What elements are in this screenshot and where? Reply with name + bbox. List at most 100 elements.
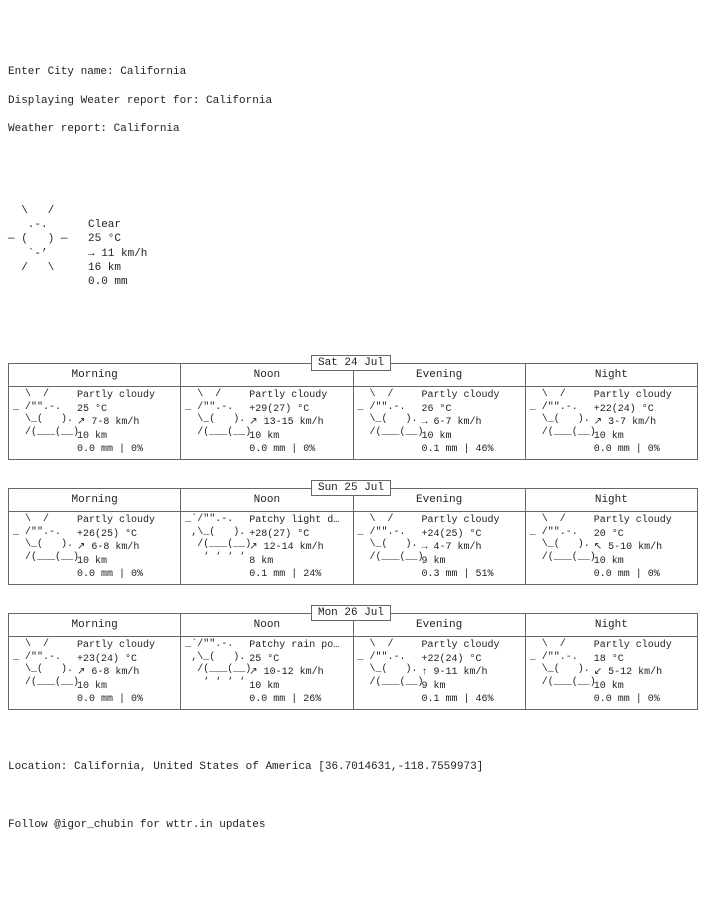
cell-temp: 18 °C [594, 653, 672, 667]
cell-wind: ↙ 5-12 km/h [594, 666, 672, 680]
current-art: \ / .-. ― ( ) ― `-’ / \ [8, 204, 88, 290]
cell-condition: Patchy rain po… [249, 639, 339, 653]
cell-precip: 0.0 mm | 0% [249, 443, 327, 457]
current-temp: 25 °C [88, 233, 121, 245]
cell-precip: 0.1 mm | 46% [422, 443, 500, 457]
forecast-table: MorningNoonEveningNight \ / _ /"".-. \_(… [8, 613, 698, 710]
current-visibility: 16 km [88, 262, 121, 274]
report-line: Weather report: California [8, 122, 694, 136]
date-label: Mon 26 Jul [311, 605, 391, 621]
forecast-info: Partly cloudy+22(24) °C↗ 3-7 km/h10 km0.… [594, 389, 672, 457]
forecast-info: Partly cloudy+23(24) °C↗ 6-8 km/h10 km0.… [77, 639, 155, 707]
period-header: Night [525, 614, 697, 637]
cell-temp: +28(27) °C [249, 528, 339, 542]
cell-wind: ↗ 13-15 km/h [249, 416, 327, 430]
partly-cloudy-icon: \ / _ /"".-. \_( ). /(___(__) [13, 639, 73, 707]
cell-visibility: 9 km [422, 555, 500, 569]
partly-cloudy-icon: \ / _ /"".-. \_( ). /(___(__) [185, 389, 245, 457]
cell-wind: ↗ 6-8 km/h [77, 541, 155, 555]
partly-cloudy-icon: \ / _ /"".-. \_( ). /(___(__) [530, 514, 590, 582]
cell-temp: 20 °C [594, 528, 672, 542]
current-condition: Clear [88, 219, 121, 231]
forecast-cell: \ / _ /"".-. \_( ). /(___(__)Partly clou… [525, 387, 697, 460]
cell-temp: 25 °C [249, 653, 339, 667]
cell-condition: Partly cloudy [422, 639, 500, 653]
cell-temp: 25 °C [77, 403, 155, 417]
forecast-info: Partly cloudy+24(25) °C→ 4-7 km/h9 km0.3… [422, 514, 500, 582]
cell-temp: +22(24) °C [594, 403, 672, 417]
forecast-info: Partly cloudy18 °C↙ 5-12 km/h10 km0.0 mm… [594, 639, 672, 707]
cell-wind: → 6-7 km/h [422, 416, 500, 430]
cell-condition: Partly cloudy [594, 639, 672, 653]
forecast-info: Partly cloudy+29(27) °C↗ 13-15 km/h10 km… [249, 389, 327, 457]
forecast-cell: \ / _ /"".-. \_( ). /(___(__)Partly clou… [9, 637, 181, 710]
partly-cloudy-icon: \ / _ /"".-. \_( ). /(___(__) [530, 639, 590, 707]
forecast-cell: \ / _ /"".-. \_( ). /(___(__) Partly clou… [9, 387, 181, 460]
cell-visibility: 10 km [249, 430, 327, 444]
cell-wind: ↗ 10-12 km/h [249, 666, 339, 680]
cell-wind: ↖ 5-10 km/h [594, 541, 672, 555]
forecast-cell: _`/"".-. ,\_( ). /(___(__) ‘ ‘ ‘ ‘Patchy… [181, 512, 353, 585]
forecast-cell: \ / _ /"".-. \_( ). /(___(__)Partly clou… [181, 387, 353, 460]
cell-precip: 0.0 mm | 0% [594, 568, 672, 582]
period-header: Morning [9, 363, 181, 386]
cell-precip: 0.1 mm | 46% [422, 693, 500, 707]
cell-temp: +29(27) °C [249, 403, 327, 417]
location-line: Location: California, United States of A… [8, 760, 694, 774]
current-precip: 0.0 mm [88, 276, 128, 288]
cell-condition: Partly cloudy [422, 389, 500, 403]
patchy-rain-icon: _`/"".-. ,\_( ). /(___(__) ‘ ‘ ‘ ‘ [185, 639, 245, 707]
partly-cloudy-icon: \ / _ /"".-. \_( ). /(___(__) [13, 514, 73, 582]
displaying-line: Displaying Weater report for: California [8, 94, 694, 108]
day-block: Sat 24 JulMorningNoonEveningNight \ / _ … [8, 347, 694, 460]
partly-cloudy-icon: \ / _ /"".-. \_( ). /(___(__) [530, 389, 590, 457]
cell-precip: 0.0 mm | 0% [594, 693, 672, 707]
cell-temp: 26 °C [422, 403, 500, 417]
cell-condition: Partly cloudy [77, 389, 155, 403]
cell-visibility: 10 km [249, 680, 339, 694]
forecast-info: Partly cloudy26 °C→ 6-7 km/h10 km0.1 mm … [422, 389, 500, 457]
input-value: California [120, 66, 186, 78]
cell-visibility: 10 km [422, 430, 500, 444]
cell-condition: Partly cloudy [249, 389, 327, 403]
cell-wind: ↑ 9-11 km/h [422, 666, 500, 680]
input-prompt-line: Enter City name: California [8, 65, 694, 79]
cell-precip: 0.1 mm | 24% [249, 568, 339, 582]
date-label: Sun 25 Jul [311, 480, 391, 496]
forecast-table: MorningNoonEveningNight \ / _ /"".-. \_(… [8, 488, 698, 585]
partly-cloudy-icon: \ / _ /"".-. \_( ). /(___(__) [358, 514, 418, 582]
date-label: Sat 24 Jul [311, 355, 391, 371]
partly-cloudy-icon: \ / _ /"".-. \_( ). /(___(__) [13, 389, 73, 457]
forecast-cell: \ / _ /"".-. \_( ). /(___(__)Partly clou… [525, 512, 697, 585]
cell-visibility: 10 km [594, 430, 672, 444]
cell-condition: Partly cloudy [594, 389, 672, 403]
forecast-cell: \ / _ /"".-. \_( ). /(___(__) Partly clou… [353, 637, 525, 710]
period-header: Morning [9, 614, 181, 637]
cell-temp: +24(25) °C [422, 528, 500, 542]
forecast-cell: \ / _ /"".-. \_( ). /(___(__)Partly clou… [9, 512, 181, 585]
forecast-info: Patchy rain po…25 °C↗ 10-12 km/h10 km0.0… [249, 639, 339, 707]
cell-precip: 0.0 mm | 0% [594, 443, 672, 457]
cell-visibility: 10 km [77, 680, 155, 694]
day-block: Sun 25 JulMorningNoonEveningNight \ / _ … [8, 472, 694, 585]
cell-wind: ↗ 3-7 km/h [594, 416, 672, 430]
cell-temp: +26(25) °C [77, 528, 155, 542]
cell-precip: 0.3 mm | 51% [422, 568, 500, 582]
forecast-info: Partly cloudy20 °C↖ 5-10 km/h10 km0.0 mm… [594, 514, 672, 582]
current-wind: → 11 km/h [88, 248, 147, 260]
cell-wind: → 4-7 km/h [422, 541, 500, 555]
forecast-cell: \ / _ /"".-. \_( ). /(___(__)Partly clou… [525, 637, 697, 710]
forecast-info: Partly cloudy+26(25) °C↗ 6-8 km/h10 km0.… [77, 514, 155, 582]
forecast-table: MorningNoonEveningNight \ / _ /"".-. \_(… [8, 363, 698, 460]
partly-cloudy-icon: \ / _ /"".-. \_( ). /(___(__) [358, 639, 418, 707]
period-header: Morning [9, 488, 181, 511]
period-header: Night [525, 363, 697, 386]
cell-precip: 0.0 mm | 26% [249, 693, 339, 707]
cell-visibility: 10 km [77, 430, 155, 444]
forecast-cell: _`/"".-. ,\_( ). /(___(__) ‘ ‘ ‘ ‘Patchy… [181, 637, 353, 710]
cell-wind: ↗ 6-8 km/h [77, 666, 155, 680]
day-block: Mon 26 JulMorningNoonEveningNight \ / _ … [8, 597, 694, 710]
cell-visibility: 10 km [77, 555, 155, 569]
cell-temp: +22(24) °C [422, 653, 500, 667]
cell-precip: 0.0 mm | 0% [77, 443, 155, 457]
